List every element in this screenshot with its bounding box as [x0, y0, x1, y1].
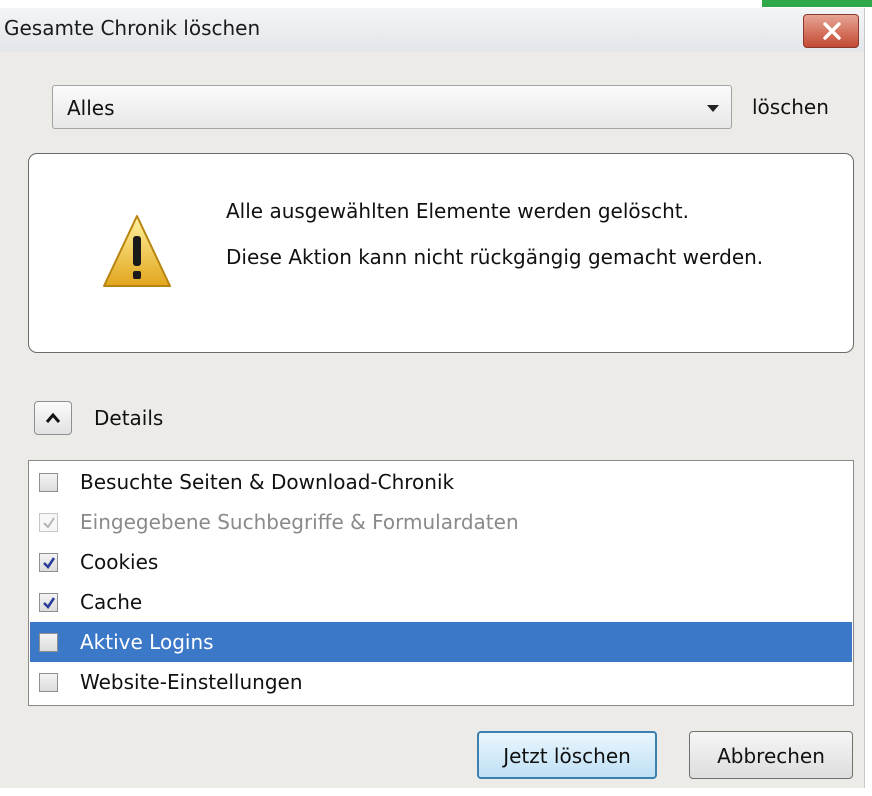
checkbox[interactable] — [39, 553, 58, 572]
list-item-label: Eingegebene Suchbegriffe & Formulardaten — [80, 510, 519, 534]
checkbox[interactable] — [39, 473, 58, 492]
clear-now-button[interactable]: Jetzt löschen — [477, 731, 657, 779]
time-range-suffix: löschen — [752, 95, 829, 119]
background-accent — [762, 0, 872, 7]
time-range-select[interactable]: Alles — [52, 85, 732, 129]
close-icon — [823, 22, 841, 40]
details-toggle-button[interactable] — [34, 401, 72, 435]
list-item-label: Aktive Logins — [80, 630, 214, 654]
cancel-button[interactable]: Abbrechen — [689, 731, 853, 779]
checkmark-icon — [43, 597, 56, 610]
checkbox[interactable] — [39, 593, 58, 612]
clear-history-dialog: Gesamte Chronik löschen Alles löschen Al… — [0, 8, 865, 788]
warning-text-secondary: Diese Aktion kann nicht rückgängig gemac… — [226, 245, 764, 269]
checkbox[interactable] — [39, 513, 58, 532]
checkmark-icon — [43, 557, 56, 570]
dropdown-arrow-icon — [707, 105, 719, 112]
close-button[interactable] — [803, 14, 859, 48]
list-item-label: Cookies — [80, 550, 159, 574]
list-item[interactable]: Cache — [30, 582, 852, 622]
list-item[interactable]: Cookies — [30, 542, 852, 582]
warning-icon — [103, 215, 171, 287]
checkmark-icon — [43, 517, 55, 529]
list-item-selected[interactable]: Aktive Logins — [30, 622, 852, 662]
window-title: Gesamte Chronik löschen — [4, 16, 261, 40]
list-item[interactable]: Besuchte Seiten & Download-Chronik — [30, 462, 852, 502]
list-item[interactable]: Eingegebene Suchbegriffe & Formulardaten — [30, 502, 852, 542]
warning-text-primary: Alle ausgewählten Elemente werden gelösc… — [226, 199, 689, 223]
list-item-label: Besuchte Seiten & Download-Chronik — [80, 470, 455, 494]
checkbox[interactable] — [39, 673, 58, 692]
chevron-up-icon — [45, 412, 61, 423]
list-item-label: Website-Einstellungen — [80, 670, 303, 694]
checkbox[interactable] — [39, 633, 58, 652]
list-item-label: Cache — [80, 590, 143, 614]
history-items-list: Besuchte Seiten & Download-Chronik Einge… — [28, 460, 854, 706]
time-range-value: Alles — [67, 96, 115, 120]
list-item[interactable]: Website-Einstellungen — [30, 662, 852, 702]
details-label: Details — [94, 406, 164, 430]
title-bar: Gesamte Chronik löschen — [0, 8, 864, 52]
warning-panel: Alle ausgewählten Elemente werden gelösc… — [28, 153, 854, 353]
